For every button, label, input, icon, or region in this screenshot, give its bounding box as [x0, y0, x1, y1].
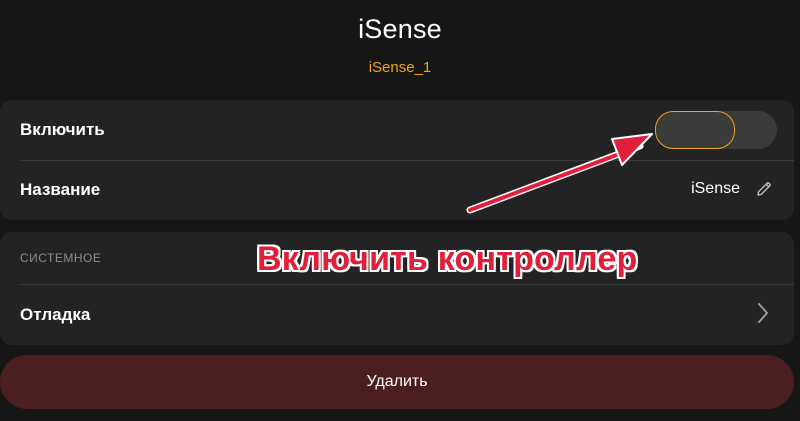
debug-label: Отладка	[20, 305, 91, 324]
delete-button[interactable]: Удалить	[0, 355, 794, 409]
section-header-system: СИСТЕМНОЕ	[20, 251, 102, 265]
device-id-subtitle: iSense_1	[368, 59, 432, 76]
toggle-knob	[655, 111, 735, 149]
enable-row[interactable]: Включить	[0, 100, 794, 160]
name-label: Название	[20, 180, 101, 199]
enable-toggle[interactable]	[655, 111, 777, 149]
name-row[interactable]: Название iSense	[0, 160, 794, 220]
chevron-right-icon[interactable]	[756, 301, 770, 325]
debug-row[interactable]: Отладка	[0, 284, 794, 345]
device-settings-screen: iSense iSense_1 Включить Название iSense…	[0, 0, 800, 421]
name-value: iSense	[691, 180, 740, 197]
enable-label: Включить	[20, 120, 105, 139]
annotation-label: Включить контроллер	[256, 239, 638, 279]
pencil-icon[interactable]	[755, 180, 773, 198]
main-settings-card: Включить Название iSense	[0, 100, 794, 220]
page-title: iSense	[358, 14, 442, 44]
